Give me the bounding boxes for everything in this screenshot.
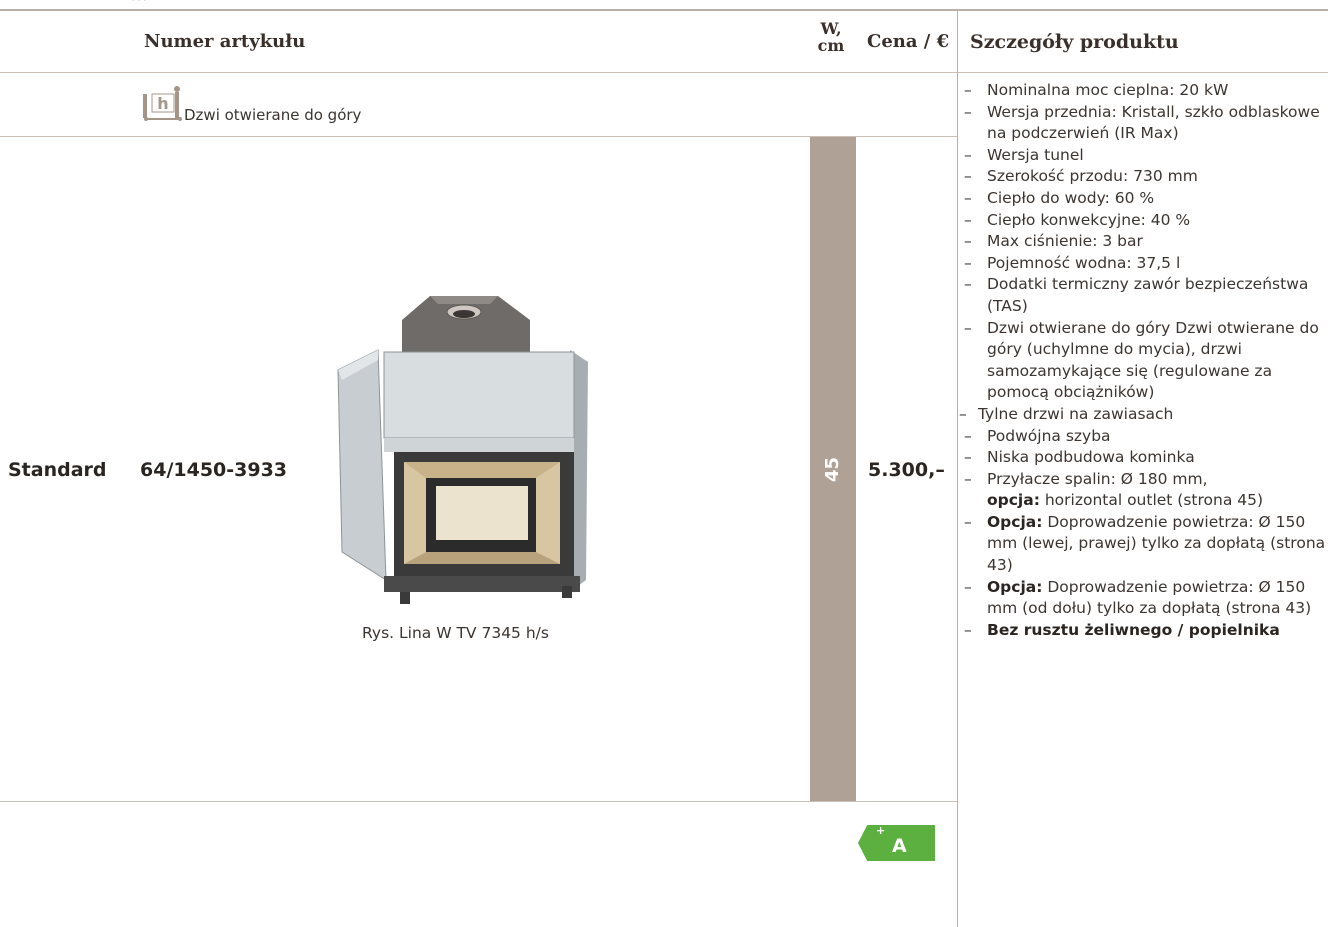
detail-item: Bez rusztu żeliwnego / popielnika <box>958 620 1328 642</box>
detail-item: Max ciśnienie: 3 bar <box>958 231 1328 253</box>
detail-item: Szerokość przodu: 730 mm <box>958 166 1328 188</box>
product-row-divider <box>0 801 957 802</box>
energy-efficiency-badge: A + <box>858 825 935 861</box>
detail-item: Dzwi otwierane do góry Dzwi otwierane do… <box>958 318 1328 404</box>
detail-item: Przyłacze spalin: Ø 180 mm,opcja: horizo… <box>958 469 1328 512</box>
door-open-up-icon: h <box>142 86 182 124</box>
detail-item: Niska podbudowa kominka <box>958 447 1328 469</box>
door-type-label: Dzwi otwierane do góry <box>184 106 362 124</box>
detail-item: Ciepło do wody: 60 % <box>958 188 1328 210</box>
header-divider <box>0 72 957 73</box>
detail-item-bold: Opcja: <box>987 512 1043 531</box>
detail-item: Ciepło konwekcyjne: 40 % <box>958 210 1328 232</box>
detail-item: Opcja: Doprowadzenie powietrza: Ø 150 mm… <box>958 512 1328 577</box>
detail-item: Opcja: Doprowadzenie powietrza: Ø 150 mm… <box>958 577 1328 620</box>
cut-off-heading: … <box>130 0 410 2</box>
detail-item-bold: Opcja: <box>987 577 1043 596</box>
detail-item: Wersja tunel <box>958 145 1328 167</box>
width-value: 45 <box>822 456 844 482</box>
image-caption: Rys. Lina W TV 7345 h/s <box>362 624 549 642</box>
energy-class-plus: + <box>876 824 886 837</box>
detail-item: Tylne drzwi na zawiasach <box>958 404 1328 426</box>
detail-item: Nominalna moc cieplna: 20 kW <box>958 80 1328 102</box>
detail-item: Wersja przednia: Kristall, szkło odblas­… <box>958 102 1328 145</box>
header-product-details: Szczegóły produktu <box>970 31 1179 53</box>
detail-item: Dodatki termiczny zawór bezpieczeńst­wa … <box>958 274 1328 317</box>
detail-item-bold: opcja: <box>987 491 1040 510</box>
header-width: W, cm <box>816 20 846 54</box>
product-details-list: Nominalna moc cieplna: 20 kWWersja przed… <box>958 80 1328 641</box>
detail-item: Pojemność wodna: 37,5 l <box>958 253 1328 275</box>
price-value: 5.300,– <box>868 459 945 481</box>
variant-label: Standard <box>8 459 107 481</box>
detail-item-bold: Bez rusztu żeliwnego / popielnika <box>987 620 1280 639</box>
detail-item: Podwójna szyba <box>958 426 1328 448</box>
svg-text:h: h <box>157 94 168 113</box>
top-rule <box>0 9 1328 11</box>
header-article-number: Numer artykułu <box>144 31 306 52</box>
width-column-bar: 45 <box>810 137 856 801</box>
header-width-text: W, cm <box>817 19 845 55</box>
details-header-divider <box>957 72 1328 73</box>
header-price: Cena / € <box>867 31 950 52</box>
fireplace-product-image <box>330 290 600 610</box>
energy-class: A <box>892 835 907 857</box>
article-number: 64/1450-3933 <box>140 459 288 481</box>
